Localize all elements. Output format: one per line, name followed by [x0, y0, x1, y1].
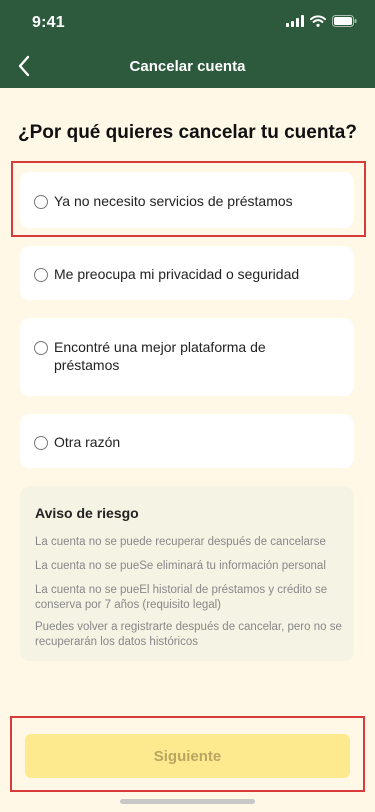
risk-notice: Aviso de riesgo La cuenta no se puede re…: [20, 486, 354, 661]
status-time: 9:41: [32, 14, 65, 31]
option-label: Me preocupa mi privacidad o seguridad: [54, 266, 300, 282]
risk-line: La cuenta no se pueSe eliminará tu infor…: [35, 560, 326, 572]
risk-title: Aviso de riesgo: [35, 505, 139, 521]
page-title: Cancelar cuenta: [129, 58, 246, 75]
home-indicator: [120, 799, 255, 804]
risk-line: La cuenta no se pueEl historial de prést…: [35, 584, 328, 611]
radio-icon: [34, 436, 48, 450]
option-label: Encontré una mejor plataforma de préstam…: [54, 339, 266, 373]
battery-icon: [332, 15, 357, 27]
option-privacy[interactable]: Me preocupa mi privacidad o seguridad: [20, 246, 354, 300]
radio-icon: [34, 268, 48, 282]
radio-icon: [34, 195, 48, 209]
status-icons: [286, 15, 357, 27]
option-better-platform[interactable]: Encontré una mejor plataforma de préstam…: [20, 318, 354, 396]
option-no-need[interactable]: Ya no necesito servicios de préstamos: [20, 172, 354, 228]
risk-line: Puedes volver a registrarte después de c…: [35, 621, 342, 648]
wifi-icon: [310, 15, 326, 27]
option-other[interactable]: Otra razón: [20, 414, 354, 468]
option-label: Ya no necesito servicios de préstamos: [54, 193, 293, 209]
radio-icon: [34, 341, 48, 355]
risk-line: La cuenta no se puede recuperar después …: [35, 536, 326, 548]
app-header: 9:41 Cancelar cuenta: [0, 0, 375, 88]
option-label: Otra razón: [54, 434, 121, 450]
signal-icon: [286, 15, 304, 27]
question-heading: ¿Por qué quieres cancelar tu cuenta?: [18, 122, 357, 143]
next-button[interactable]: Siguiente: [25, 734, 350, 778]
